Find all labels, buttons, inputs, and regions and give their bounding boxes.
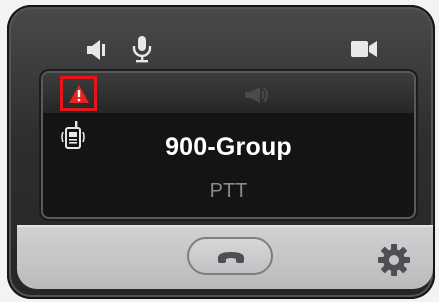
video-camera-icon[interactable] xyxy=(350,39,378,59)
microphone-icon[interactable] xyxy=(132,35,152,63)
control-bar xyxy=(17,225,433,289)
gear-icon xyxy=(377,244,411,281)
settings-button[interactable] xyxy=(377,243,411,277)
mode-label: PTT xyxy=(209,180,248,202)
ptt-device-panel: 900-Group PTT xyxy=(7,5,435,299)
speaker-icon[interactable] xyxy=(85,39,109,61)
group-name: 900-Group xyxy=(165,133,292,161)
megaphone-icon xyxy=(243,86,269,104)
warning-triangle-icon[interactable] xyxy=(68,84,90,104)
end-call-button[interactable] xyxy=(187,237,273,275)
alert-highlight[interactable] xyxy=(60,76,97,111)
call-display: 900-Group PTT xyxy=(43,73,414,217)
display-header xyxy=(43,73,414,113)
